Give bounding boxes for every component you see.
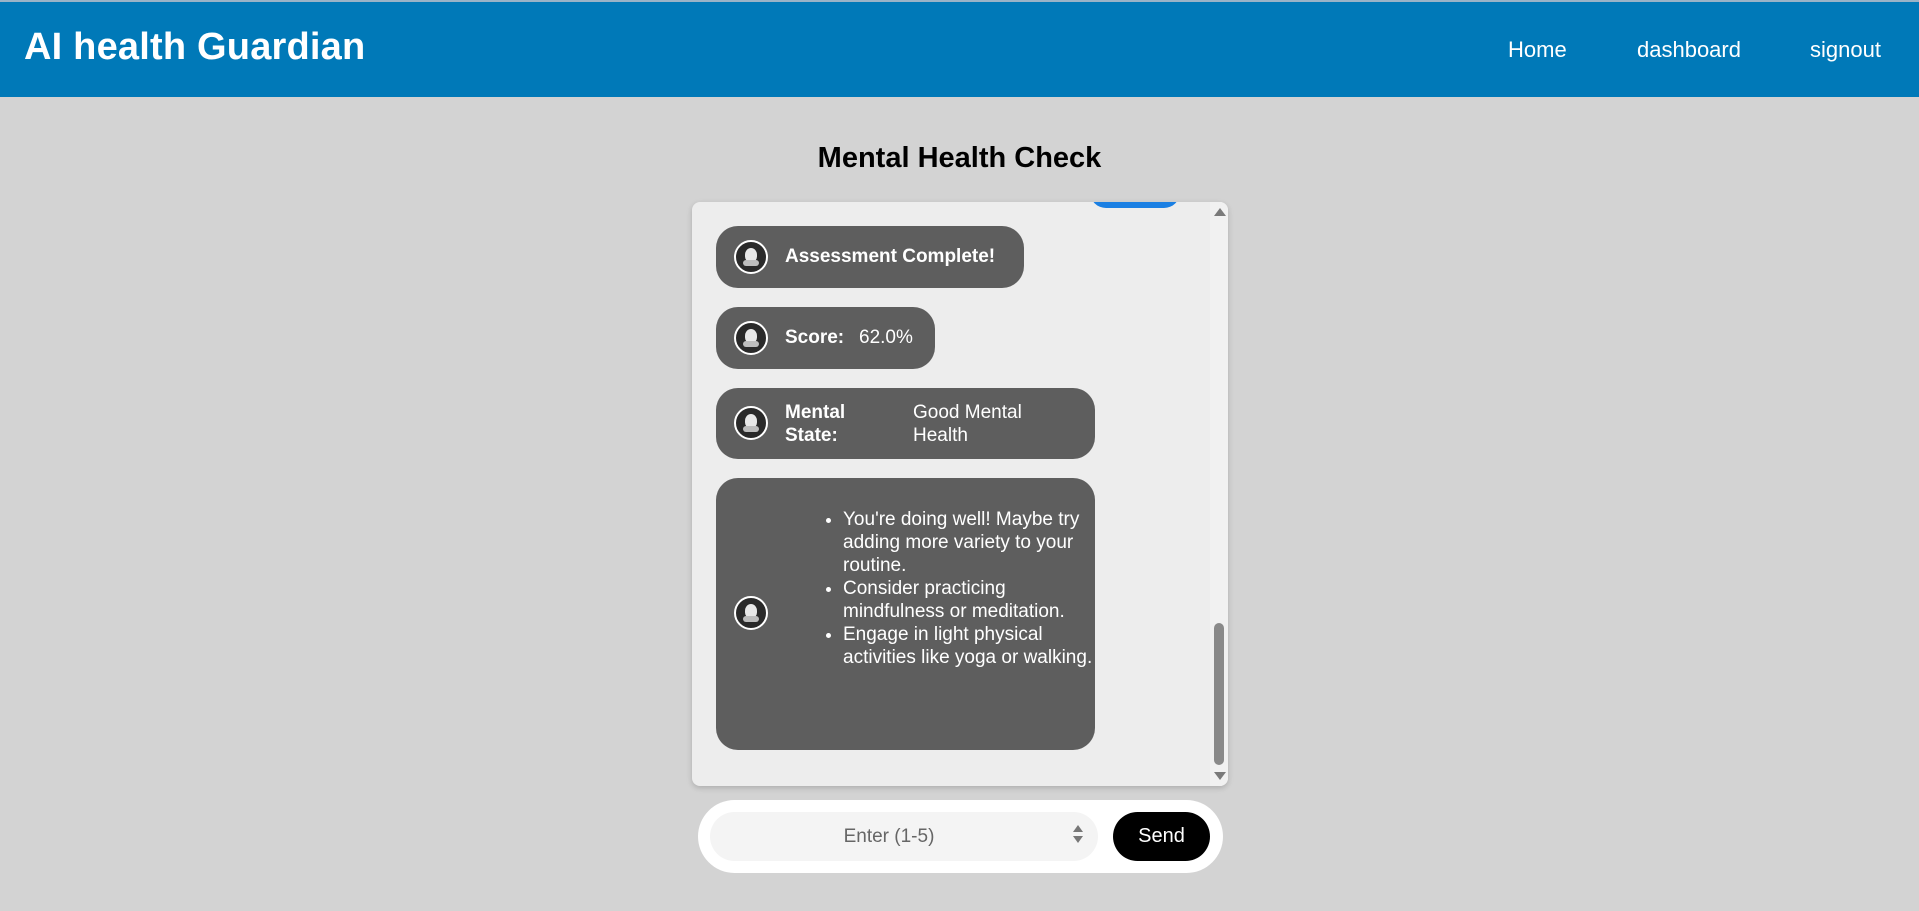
recommendation-item: Engage in light physical activities like… — [843, 623, 1109, 669]
nav-signout-link[interactable]: signout — [1810, 37, 1881, 63]
brand-title: AI health Guardian — [24, 26, 366, 68]
mental-state-value: Good Mental Health — [913, 402, 1022, 446]
chat-window[interactable]: Assessment Complete! Score: 62.0% Mental… — [692, 202, 1228, 786]
recommendations-list: You're doing well! Maybe try adding more… — [821, 508, 1109, 669]
assessment-text: Assessment Complete! — [785, 246, 996, 267]
nav-home-link[interactable]: Home — [1508, 37, 1567, 63]
chat-scrollbar[interactable] — [1210, 202, 1228, 786]
assessment-message: Assessment Complete! — [716, 226, 1024, 288]
score-value: 62.0% — [859, 327, 913, 348]
nav-dashboard-link[interactable]: dashboard — [1637, 37, 1741, 63]
user-message-bubble-partial — [1090, 202, 1180, 208]
scroll-up-arrow-icon[interactable] — [1214, 208, 1226, 216]
scroll-down-arrow-icon[interactable] — [1214, 772, 1226, 780]
recommendations-message: You're doing well! Maybe try adding more… — [716, 478, 1095, 750]
mental-state-message: Mental State: Good Mental Health — [716, 388, 1095, 459]
send-button[interactable]: Send — [1113, 812, 1210, 861]
bot-avatar-icon — [734, 321, 768, 355]
bot-avatar-icon — [734, 406, 768, 440]
page-title: Mental Health Check — [817, 142, 1102, 174]
bot-avatar-icon — [734, 240, 768, 274]
rating-input[interactable] — [710, 812, 1098, 861]
bot-avatar-icon — [734, 596, 768, 630]
score-message: Score: 62.0% — [716, 307, 935, 369]
spinner-down-icon[interactable] — [1073, 836, 1083, 843]
scrollbar-thumb[interactable] — [1214, 623, 1224, 765]
mental-state-label: Mental State: — [785, 402, 846, 446]
navbar: AI health Guardian Home dashboard signou… — [0, 2, 1919, 97]
recommendation-item: Consider practicing mindfulness or medit… — [843, 577, 1109, 623]
spinner-up-icon[interactable] — [1073, 825, 1083, 832]
message-input-bar: Send — [698, 800, 1223, 873]
score-label: Score: — [785, 327, 845, 348]
recommendation-item: You're doing well! Maybe try adding more… — [843, 508, 1109, 577]
